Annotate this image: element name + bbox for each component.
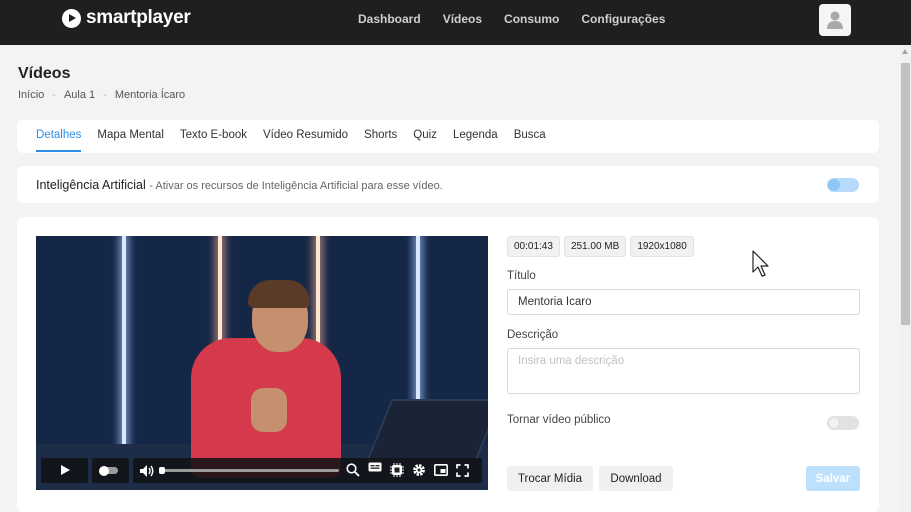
public-toggle[interactable] — [827, 416, 859, 430]
breadcrumb-home[interactable]: Início — [18, 89, 44, 101]
ai-title: Inteligência Artificial — [36, 178, 146, 192]
page-title: Vídeos — [18, 65, 71, 82]
mouse-cursor-icon — [752, 250, 769, 277]
title-input[interactable] — [507, 289, 860, 315]
scroll-thumb[interactable] — [901, 63, 910, 325]
ai-toggle[interactable] — [827, 178, 859, 192]
video-tabs: Detalhes Mapa Mental Texto E-book Vídeo … — [36, 129, 562, 152]
save-button[interactable]: Salvar — [806, 466, 860, 491]
autoplay-toggle-icon — [99, 465, 118, 476]
ai-card: Inteligência Artificial - Ativar os recu… — [17, 166, 879, 203]
duration-badge: 00:01:43 — [507, 236, 560, 257]
description-label: Descrição — [507, 329, 559, 341]
tab-detalhes[interactable]: Detalhes — [36, 129, 82, 152]
tab-legenda[interactable]: Legenda — [453, 129, 498, 152]
breadcrumb-separator: - — [52, 89, 56, 101]
video-person-hair — [248, 280, 310, 308]
progress-bar[interactable] — [159, 467, 339, 474]
picture-in-picture-icon[interactable] — [434, 464, 448, 476]
tab-shorts[interactable]: Shorts — [364, 129, 397, 152]
control-strip — [133, 458, 482, 483]
scroll-up-icon[interactable] — [902, 49, 908, 54]
replace-media-button[interactable]: Trocar Mídia — [507, 466, 593, 491]
video-details-card: 00:01:43 251.00 MB 1920x1080 Título Desc… — [17, 217, 879, 512]
nav-videos[interactable]: Vídeos — [443, 12, 482, 26]
title-label: Título — [507, 270, 536, 282]
video-meta: 00:01:43 251.00 MB 1920x1080 — [507, 236, 698, 257]
ai-description: - Ativar os recursos de Inteligência Art… — [149, 180, 443, 192]
top-navbar: smartplayer Dashboard Vídeos Consumo Con… — [0, 0, 911, 45]
tab-busca[interactable]: Busca — [514, 129, 546, 152]
nav-consumo[interactable]: Consumo — [504, 12, 559, 26]
breadcrumb: Início - Aula 1 - Mentoria Ícaro — [18, 89, 185, 101]
public-label: Tornar vídeo público — [507, 414, 611, 426]
settings-gear-icon[interactable] — [412, 463, 426, 477]
player-controls — [39, 458, 485, 483]
user-icon — [827, 11, 843, 29]
tab-video-resumido[interactable]: Vídeo Resumido — [263, 129, 348, 152]
fullscreen-icon[interactable] — [456, 464, 469, 477]
download-button[interactable]: Download — [599, 466, 673, 491]
resolution-badge: 1920x1080 — [630, 236, 694, 257]
tab-quiz[interactable]: Quiz — [413, 129, 437, 152]
volume-icon[interactable] — [139, 464, 155, 478]
tabs-card: Detalhes Mapa Mental Texto E-book Vídeo … — [17, 120, 879, 153]
page-scrollbar[interactable] — [900, 45, 911, 512]
description-input[interactable] — [507, 348, 860, 394]
video-laptop — [366, 399, 488, 461]
breadcrumb-course[interactable]: Aula 1 — [64, 89, 95, 101]
user-avatar-button[interactable] — [819, 4, 851, 36]
breadcrumb-current: Mentoria Ícaro — [114, 89, 186, 101]
nav-dashboard[interactable]: Dashboard — [358, 12, 421, 26]
tab-texto-ebook[interactable]: Texto E-book — [180, 129, 247, 152]
main-nav: Dashboard Vídeos Consumo Configurações — [358, 12, 687, 26]
autoplay-toggle[interactable] — [92, 458, 129, 483]
nav-configuracoes[interactable]: Configurações — [581, 12, 665, 26]
ai-chip-icon[interactable] — [390, 463, 404, 477]
play-logo-icon — [62, 8, 81, 28]
tab-mapa-mental[interactable]: Mapa Mental — [97, 129, 163, 152]
progress-knob[interactable] — [159, 467, 165, 474]
brand-name: smartplayer — [86, 7, 191, 28]
play-icon — [61, 465, 70, 475]
search-icon[interactable] — [346, 463, 360, 477]
breadcrumb-separator: - — [103, 89, 107, 101]
filesize-badge: 251.00 MB — [563, 236, 627, 257]
play-button[interactable] — [41, 458, 88, 483]
ai-text: Inteligência Artificial - Ativar os recu… — [36, 178, 443, 192]
ai-toggle-knob — [828, 179, 840, 191]
public-toggle-knob — [828, 417, 840, 429]
brand-logo[interactable]: smartplayer — [62, 7, 191, 28]
subtitles-icon[interactable] — [368, 462, 382, 474]
video-player[interactable] — [36, 236, 488, 490]
video-person-hand — [251, 388, 287, 432]
